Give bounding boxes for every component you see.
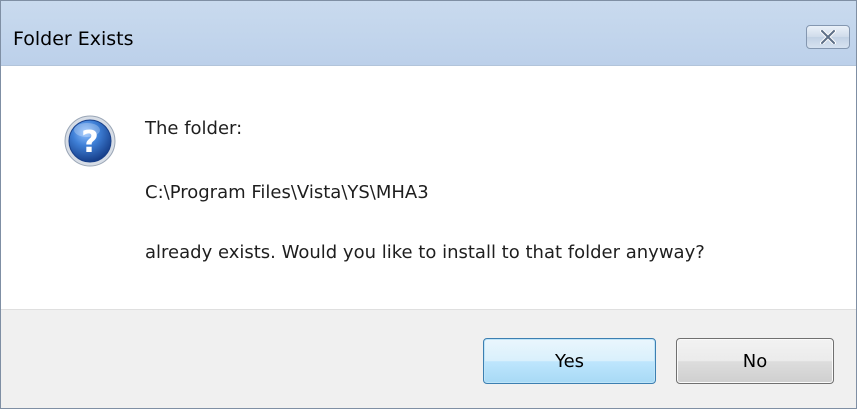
title-bar[interactable]: Folder Exists xyxy=(1,1,856,66)
message-line-question: already exists. Would you like to instal… xyxy=(145,242,705,263)
button-bar: Yes No xyxy=(1,309,856,408)
dialog-content: ? The folder: C:\Program Files\Vista\YS\… xyxy=(1,66,856,311)
message-line-folder: The folder: xyxy=(145,118,243,139)
no-button[interactable]: No xyxy=(676,338,834,384)
close-x-icon xyxy=(820,30,836,44)
question-icon: ? xyxy=(63,114,117,168)
close-button[interactable] xyxy=(806,25,850,49)
window-title: Folder Exists xyxy=(13,28,134,50)
svg-text:?: ? xyxy=(81,125,98,160)
yes-button[interactable]: Yes xyxy=(483,338,656,384)
folder-exists-dialog: Folder Exists ? The folder: C:\Program F… xyxy=(0,0,857,409)
folder-path: C:\Program Files\Vista\YS\MHA3 xyxy=(145,182,429,203)
